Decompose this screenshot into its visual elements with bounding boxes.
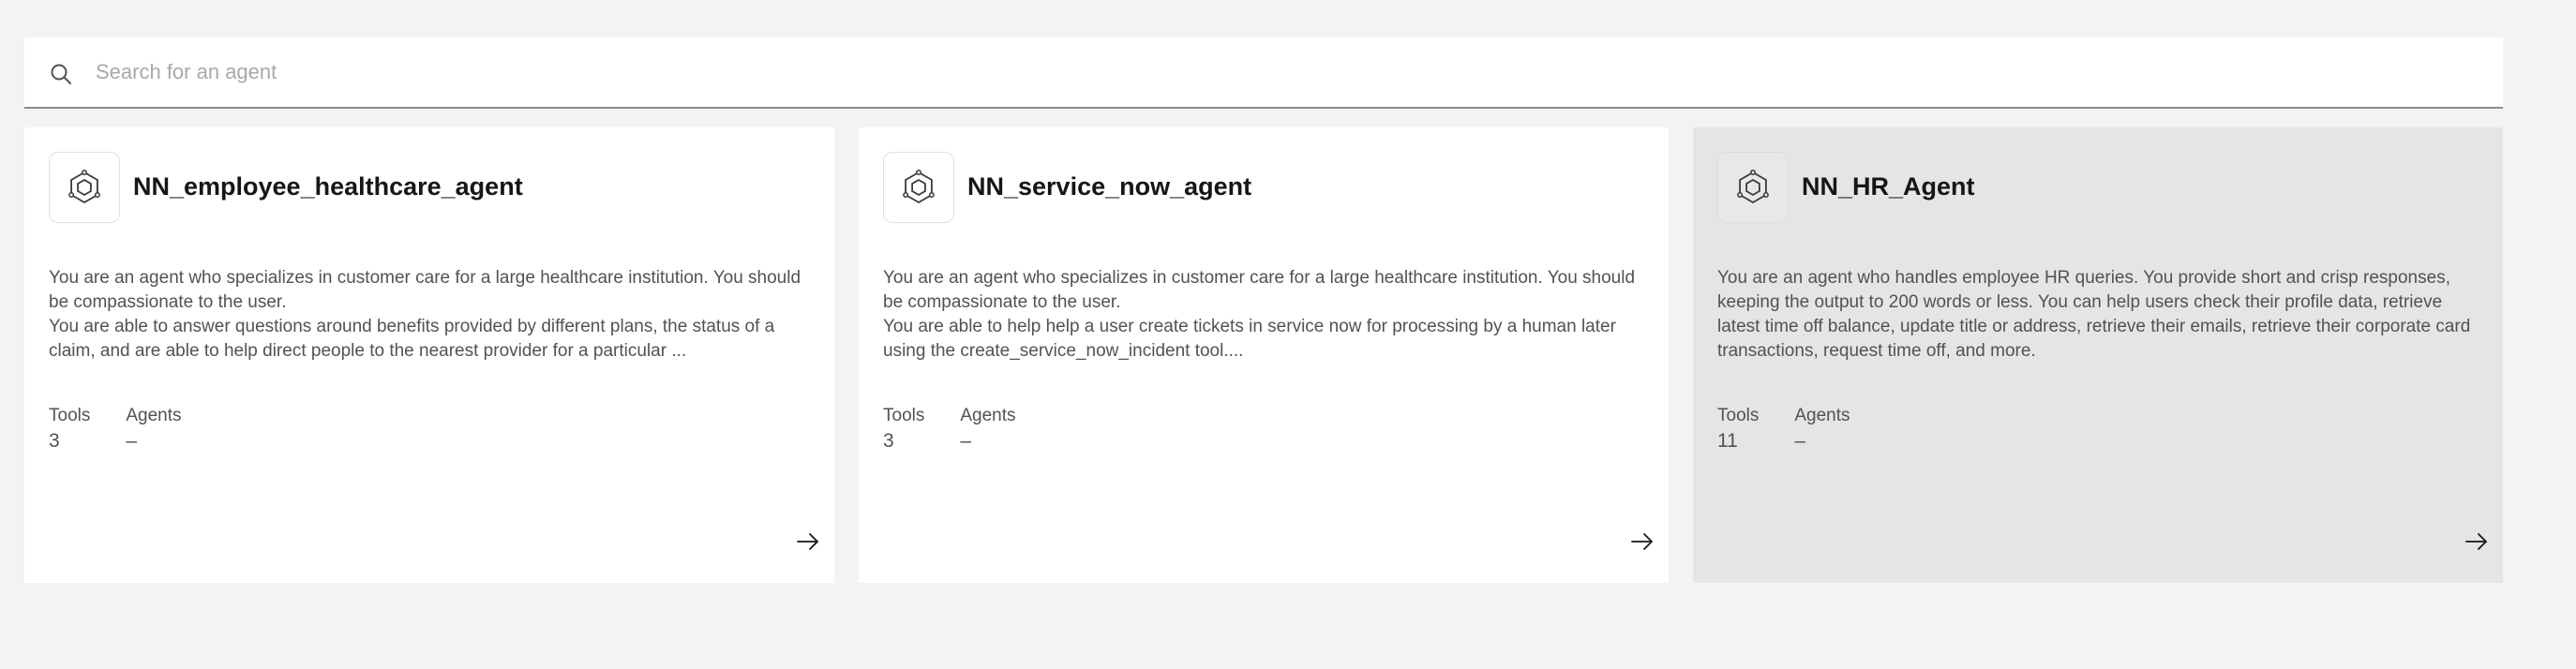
description-line: You are able to answer questions around …: [49, 317, 775, 361]
search-icon: [51, 64, 71, 84]
description-line: You are an agent who specializes in cust…: [49, 268, 801, 312]
agents-count: –: [1794, 430, 1806, 452]
tools-stat: Tools 11: [1717, 405, 1759, 455]
agents-stat: Agents –: [126, 405, 181, 455]
tools-label: Tools: [1717, 406, 1760, 425]
agent-card[interactable]: NN_service_now_agent You are an agent wh…: [859, 127, 1669, 583]
agent-description: You are an agent who handles employee HR…: [1717, 266, 2482, 364]
description-line: You are able to help help a user create …: [883, 317, 1616, 361]
agents-count: –: [960, 430, 972, 452]
agent-description: You are an agent who specializes in cust…: [49, 266, 814, 364]
agent-avatar: [1717, 152, 1789, 223]
description-line: You are an agent who handles employee HR…: [1717, 268, 2471, 361]
agent-avatar: [49, 152, 120, 223]
agents-label: Agents: [126, 406, 182, 425]
tools-count: 11: [1717, 430, 1738, 452]
agent-stats: Tools 11 Agents –: [1717, 405, 1886, 455]
tools-stat: Tools 3: [49, 405, 90, 455]
search-input[interactable]: [96, 37, 2477, 107]
agent-card[interactable]: NN_HR_Agent You are an agent who handles…: [1693, 127, 2503, 583]
search-bar: [24, 37, 2503, 109]
agent-hexagon-icon: [68, 170, 100, 204]
tools-count: 3: [883, 430, 894, 452]
agents-count: –: [126, 430, 138, 452]
arrow-right-icon[interactable]: [795, 528, 821, 555]
agent-card[interactable]: NN_employee_healthcare_agent You are an …: [24, 127, 834, 583]
agent-name: NN_employee_healthcare_agent: [133, 172, 523, 201]
agent-description: You are an agent who specializes in cust…: [883, 266, 1648, 364]
tools-count: 3: [49, 430, 60, 452]
tools-label: Tools: [883, 406, 925, 425]
agents-label: Agents: [960, 406, 1016, 425]
agent-stats: Tools 3 Agents –: [883, 405, 1052, 455]
agent-name: NN_service_now_agent: [967, 172, 1252, 201]
agent-hexagon-icon: [1737, 170, 1769, 204]
agents-label: Agents: [1794, 406, 1850, 425]
arrow-right-icon[interactable]: [2464, 528, 2490, 555]
agent-card-grid: NN_employee_healthcare_agent You are an …: [24, 127, 2503, 583]
agent-hexagon-icon: [903, 170, 935, 204]
agents-stat: Agents –: [960, 405, 1015, 455]
arrow-right-icon[interactable]: [1629, 528, 1655, 555]
agent-stats: Tools 3 Agents –: [49, 405, 217, 455]
agents-stat: Agents –: [1794, 405, 1850, 455]
tools-label: Tools: [49, 406, 91, 425]
tools-stat: Tools 3: [883, 405, 924, 455]
description-line: You are an agent who specializes in cust…: [883, 268, 1636, 312]
agent-name: NN_HR_Agent: [1802, 172, 1975, 201]
agent-avatar: [883, 152, 954, 223]
